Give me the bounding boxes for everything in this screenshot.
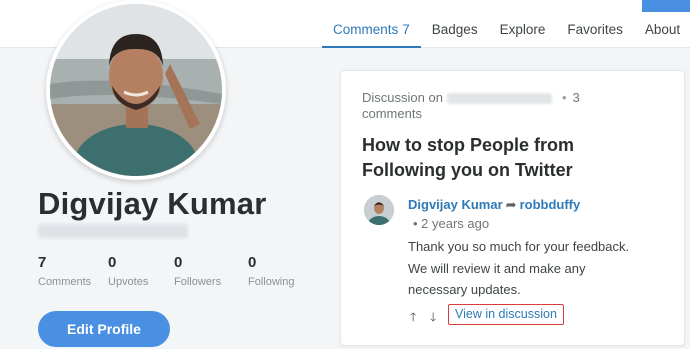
site-name-redacted[interactable] <box>446 93 552 105</box>
reply-to-user[interactable]: robbduffy <box>520 197 581 212</box>
tab-badges[interactable]: Badges <box>421 14 489 48</box>
discussion-meta: Discussion on • 3 comments <box>362 90 602 122</box>
tab-about[interactable]: About <box>634 14 690 48</box>
comment-avatar-photo <box>364 195 394 225</box>
profile-avatar[interactable] <box>46 0 226 180</box>
downvote-arrow-icon[interactable]: 🡓 <box>430 308 436 329</box>
comment-timestamp[interactable]: • 2 years ago <box>413 216 489 231</box>
profile-handle-redacted <box>38 224 188 238</box>
stat-label: Upvotes <box>108 276 149 288</box>
profile-name: Digvijay Kumar <box>38 186 267 221</box>
stat-comments[interactable]: 7 Comments <box>38 254 108 288</box>
comment-avatar[interactable] <box>364 195 394 225</box>
stat-label: Following <box>248 276 295 288</box>
comment-author[interactable]: Digvijay Kumar <box>408 197 503 212</box>
corner-accent <box>642 0 690 12</box>
reply-arrow-icon: ➦ <box>505 197 517 212</box>
view-in-discussion-link[interactable]: View in discussion <box>448 304 564 325</box>
tab-comments[interactable]: Comments 7 <box>322 14 421 48</box>
edit-profile-button[interactable]: Edit Profile <box>38 311 170 347</box>
profile-tabs: Comments 7 Badges Explore Favorites About <box>322 14 690 48</box>
stat-value: 0 <box>108 254 117 271</box>
stat-value: 0 <box>174 254 183 271</box>
stat-upvotes[interactable]: 0 Upvotes <box>108 254 174 288</box>
discussion-title[interactable]: How to stop People from Following you on… <box>362 133 662 183</box>
stat-following[interactable]: 0 Following <box>248 254 318 288</box>
meta-separator: • <box>561 90 567 105</box>
profile-stats: 7 Comments 0 Upvotes 0 Followers 0 Follo… <box>38 254 318 288</box>
tab-comments-label: Comments <box>333 22 399 37</box>
upvote-arrow-icon[interactable]: 🡑 <box>410 308 416 329</box>
discussion-prefix: Discussion on <box>362 90 443 105</box>
comment-author-line: Digvijay Kumar ➦ robbduffy <box>408 197 580 213</box>
stat-label: Followers <box>174 276 222 288</box>
tab-comments-count: 7 <box>402 22 410 37</box>
stat-followers[interactable]: 0 Followers <box>174 254 248 288</box>
profile-photo <box>50 4 222 176</box>
stat-label: Comments <box>38 276 92 288</box>
stat-value: 0 <box>248 254 257 271</box>
discussion-card: Discussion on • 3 comments How to stop Peo… <box>340 70 685 346</box>
comment-body: Thank you so much for your feedback. We … <box>408 239 630 297</box>
tab-explore[interactable]: Explore <box>489 14 557 48</box>
stat-value: 7 <box>38 254 47 271</box>
tab-favorites[interactable]: Favorites <box>556 14 634 48</box>
